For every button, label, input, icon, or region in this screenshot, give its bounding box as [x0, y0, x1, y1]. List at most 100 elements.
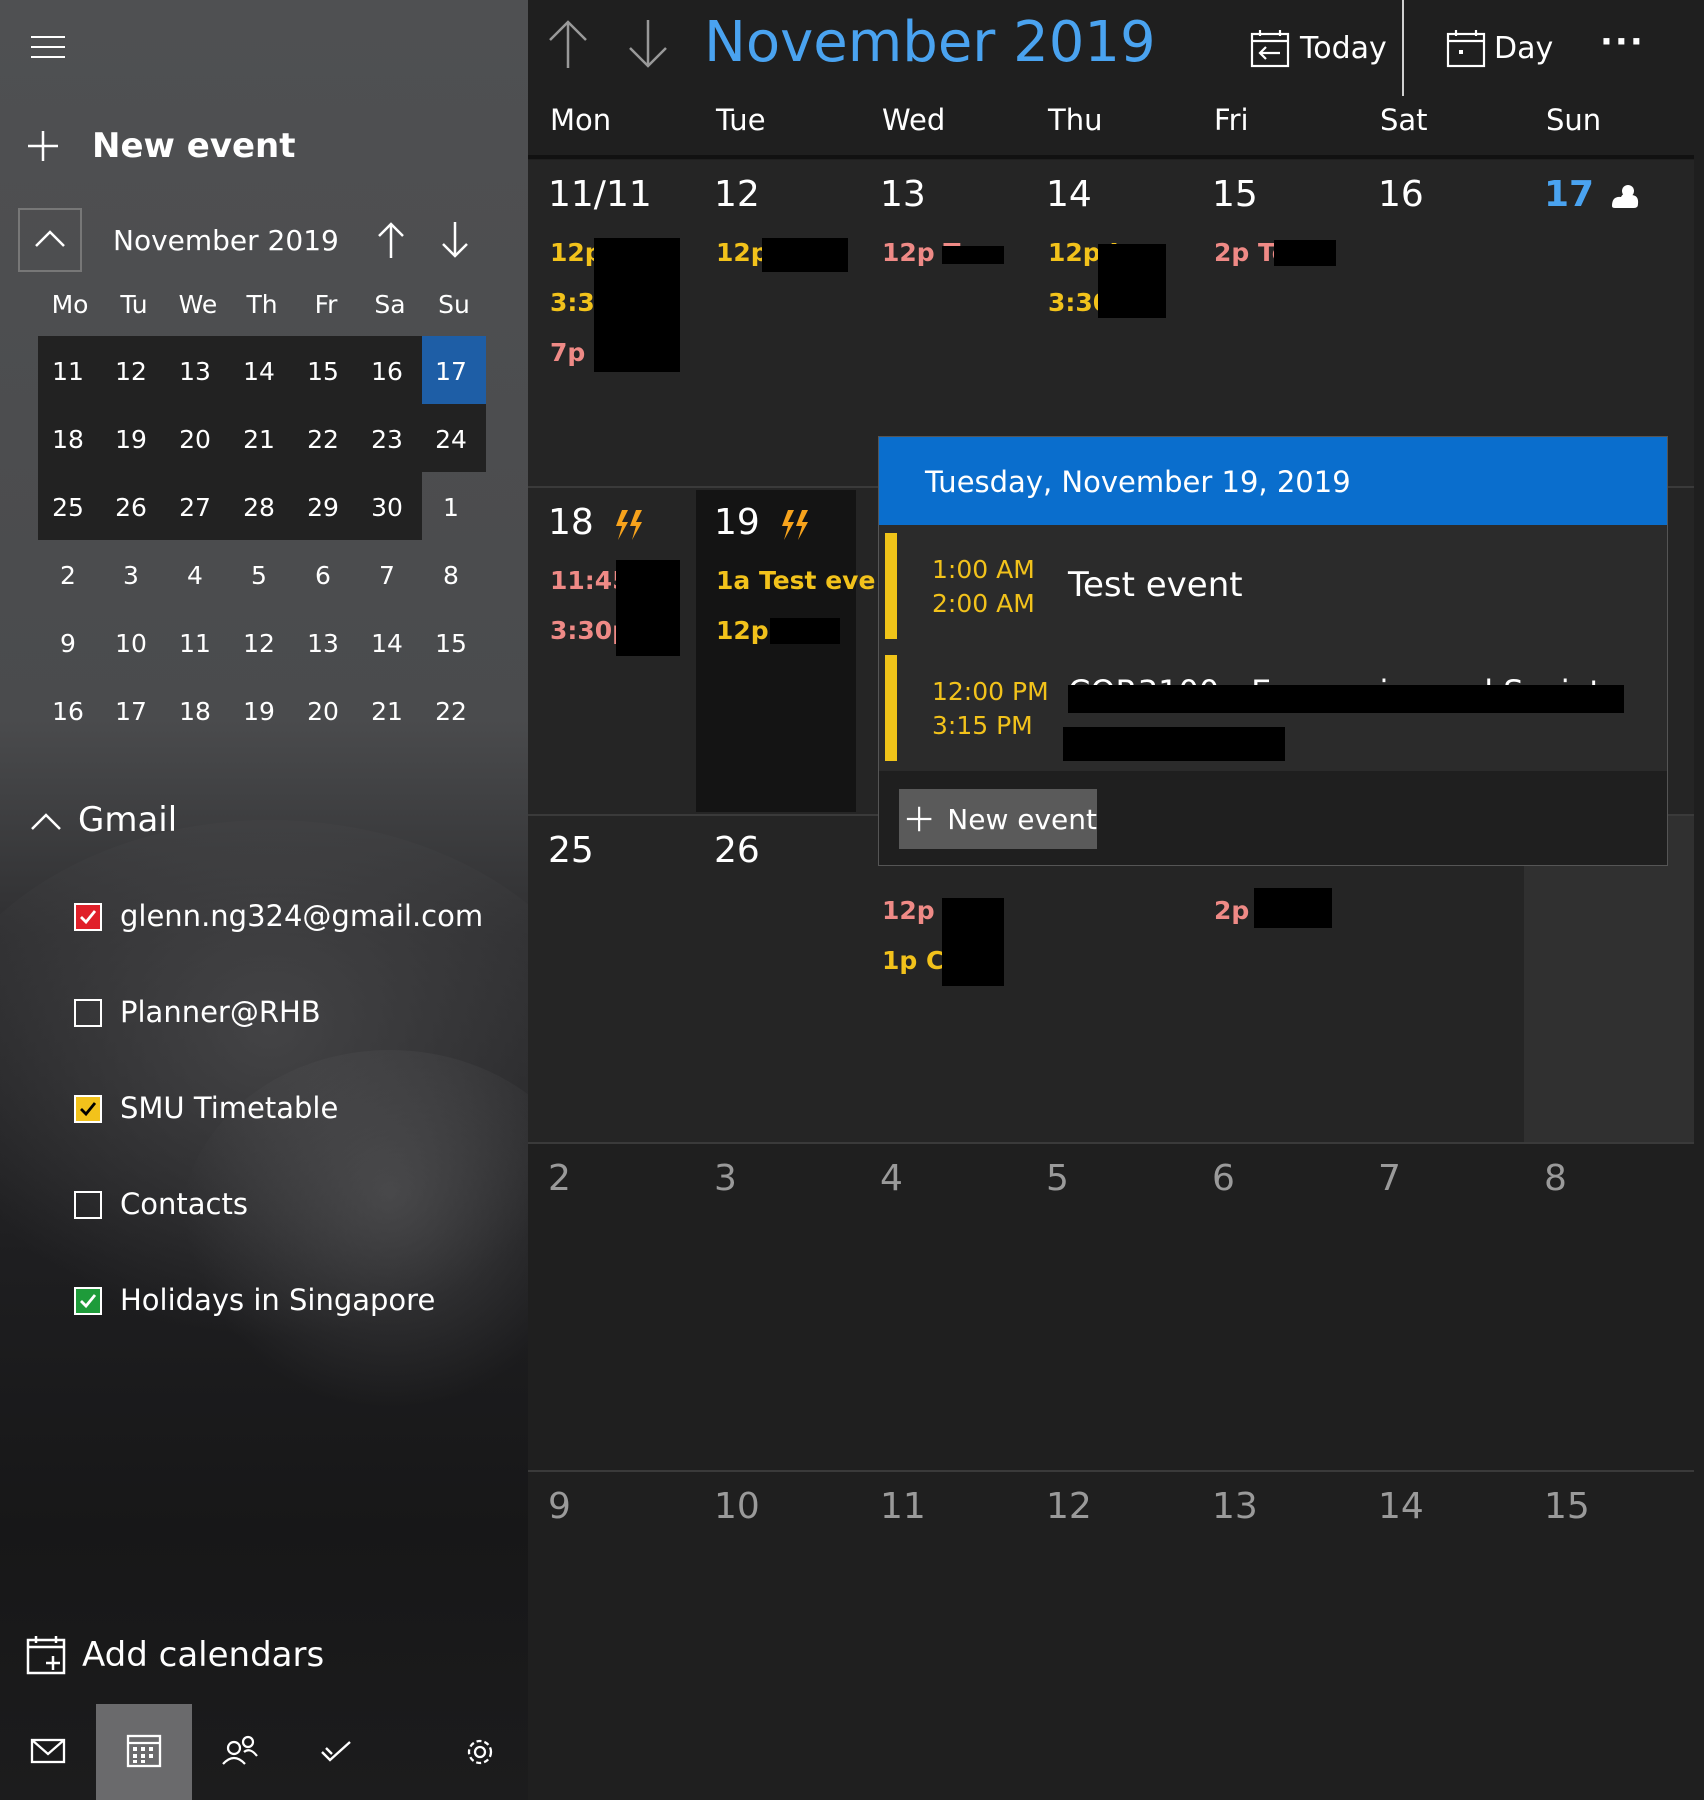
- mini-day[interactable]: 13: [291, 610, 355, 678]
- mini-day[interactable]: 8: [419, 542, 483, 610]
- mini-day[interactable]: 5: [227, 542, 291, 610]
- day-number[interactable]: 13: [1212, 1486, 1258, 1527]
- day-number[interactable]: 11/11: [548, 174, 652, 215]
- settings-button[interactable]: [432, 1704, 528, 1800]
- mini-day[interactable]: 30: [355, 474, 419, 542]
- mini-day[interactable]: 24: [419, 406, 483, 474]
- day-number[interactable]: 12: [714, 174, 760, 215]
- collapse-mini-calendar-button[interactable]: [18, 208, 82, 272]
- popup-event-item[interactable]: 12:00 PM 3:15 PM COR3100 - Economics and…: [879, 651, 1667, 763]
- calendar-toggle-holidays[interactable]: Holidays in Singapore: [74, 1283, 474, 1323]
- day-number[interactable]: 7: [1378, 1158, 1401, 1199]
- mini-day[interactable]: 23: [355, 406, 419, 474]
- day-number[interactable]: 3: [714, 1158, 737, 1199]
- todo-app-button[interactable]: [288, 1704, 384, 1800]
- day-number[interactable]: 4: [880, 1158, 903, 1199]
- mini-day[interactable]: 16: [355, 338, 419, 406]
- day-number[interactable]: 8: [1544, 1158, 1567, 1199]
- mini-day[interactable]: 16: [36, 678, 100, 746]
- day-number[interactable]: 10: [714, 1486, 760, 1527]
- mini-day[interactable]: 29: [291, 474, 355, 542]
- event-chip[interactable]: 2p: [1214, 896, 1249, 925]
- mini-day[interactable]: 11: [36, 338, 100, 406]
- day-number[interactable]: 15: [1212, 174, 1258, 215]
- day-number[interactable]: 13: [880, 174, 926, 215]
- day-number[interactable]: 26: [714, 830, 760, 871]
- mini-day[interactable]: 13: [163, 338, 227, 406]
- next-month-button[interactable]: [626, 18, 670, 74]
- checkbox-unchecked-icon[interactable]: [74, 999, 102, 1027]
- people-app-button[interactable]: [192, 1704, 288, 1800]
- mini-day[interactable]: 20: [163, 406, 227, 474]
- mini-day[interactable]: 17: [99, 678, 163, 746]
- month-title[interactable]: November 2019: [704, 10, 1156, 75]
- mini-next-month-button[interactable]: [437, 220, 473, 264]
- mini-day[interactable]: 19: [99, 406, 163, 474]
- mini-day[interactable]: 26: [99, 474, 163, 542]
- popup-new-event-button[interactable]: New event: [899, 789, 1097, 849]
- mini-prev-month-button[interactable]: [373, 220, 409, 264]
- mini-day[interactable]: 2: [36, 542, 100, 610]
- mail-app-button[interactable]: [0, 1704, 96, 1800]
- new-event-button[interactable]: New event: [26, 126, 296, 166]
- mini-day[interactable]: 20: [291, 678, 355, 746]
- today-button[interactable]: Today: [1250, 28, 1387, 68]
- day-number[interactable]: 16: [1378, 174, 1424, 215]
- mini-day[interactable]: 7: [355, 542, 419, 610]
- mini-day[interactable]: 3: [99, 542, 163, 610]
- view-switcher-button[interactable]: Day: [1446, 28, 1553, 68]
- day-number-today[interactable]: 17: [1544, 174, 1594, 215]
- mini-day[interactable]: 14: [227, 338, 291, 406]
- event-chip[interactable]: 1a Test eve: [716, 566, 875, 595]
- mini-day[interactable]: 11: [163, 610, 227, 678]
- mini-day[interactable]: 9: [36, 610, 100, 678]
- day-number[interactable]: 12: [1046, 1486, 1092, 1527]
- mini-day[interactable]: 22: [291, 406, 355, 474]
- mini-day[interactable]: 18: [36, 406, 100, 474]
- calendar-app-button[interactable]: [96, 1704, 192, 1800]
- mini-day[interactable]: 6: [291, 542, 355, 610]
- mini-day[interactable]: 18: [163, 678, 227, 746]
- event-chip[interactable]: 12p: [716, 238, 769, 267]
- checkbox-unchecked-icon[interactable]: [74, 1191, 102, 1219]
- day-number-selected[interactable]: 19: [714, 502, 760, 543]
- mini-day[interactable]: 4: [163, 542, 227, 610]
- calendar-toggle-smu[interactable]: SMU Timetable: [74, 1091, 474, 1131]
- mini-day[interactable]: 25: [36, 474, 100, 542]
- day-number[interactable]: 11: [880, 1486, 926, 1527]
- day-number[interactable]: 5: [1046, 1158, 1069, 1199]
- add-calendars-button[interactable]: Add calendars: [26, 1634, 324, 1676]
- mini-day[interactable]: 27: [163, 474, 227, 542]
- day-number[interactable]: 9: [548, 1486, 571, 1527]
- day-number[interactable]: 14: [1046, 174, 1092, 215]
- mini-day-today[interactable]: 17: [419, 338, 483, 406]
- day-number[interactable]: 14: [1378, 1486, 1424, 1527]
- mini-day[interactable]: 12: [99, 338, 163, 406]
- day-number[interactable]: 18: [548, 502, 594, 543]
- mini-day[interactable]: 15: [419, 610, 483, 678]
- more-options-button[interactable]: ···: [1600, 22, 1645, 62]
- mini-day[interactable]: 21: [227, 406, 291, 474]
- mini-day[interactable]: 19: [227, 678, 291, 746]
- mini-day[interactable]: 10: [99, 610, 163, 678]
- calendar-toggle-gmail[interactable]: glenn.ng324@gmail.com: [74, 899, 483, 939]
- mini-day[interactable]: 21: [355, 678, 419, 746]
- day-number[interactable]: 2: [548, 1158, 571, 1199]
- checkbox-checked-icon[interactable]: [74, 1287, 102, 1315]
- day-number[interactable]: 6: [1212, 1158, 1235, 1199]
- mini-day[interactable]: 12: [227, 610, 291, 678]
- hamburger-menu-icon[interactable]: [31, 36, 65, 66]
- mini-day[interactable]: 1: [419, 474, 483, 542]
- mini-day[interactable]: 22: [419, 678, 483, 746]
- mini-day[interactable]: 28: [227, 474, 291, 542]
- mini-day[interactable]: 15: [291, 338, 355, 406]
- day-number[interactable]: 25: [548, 830, 594, 871]
- previous-month-button[interactable]: [546, 18, 590, 74]
- calendar-toggle-planner[interactable]: Planner@RHB: [74, 995, 474, 1035]
- calendar-toggle-contacts[interactable]: Contacts: [74, 1187, 474, 1227]
- mini-day[interactable]: 14: [355, 610, 419, 678]
- day-number[interactable]: 15: [1544, 1486, 1590, 1527]
- checkbox-checked-icon[interactable]: [74, 1095, 102, 1123]
- checkbox-checked-icon[interactable]: [74, 903, 102, 931]
- gmail-group-toggle[interactable]: Gmail: [28, 800, 177, 840]
